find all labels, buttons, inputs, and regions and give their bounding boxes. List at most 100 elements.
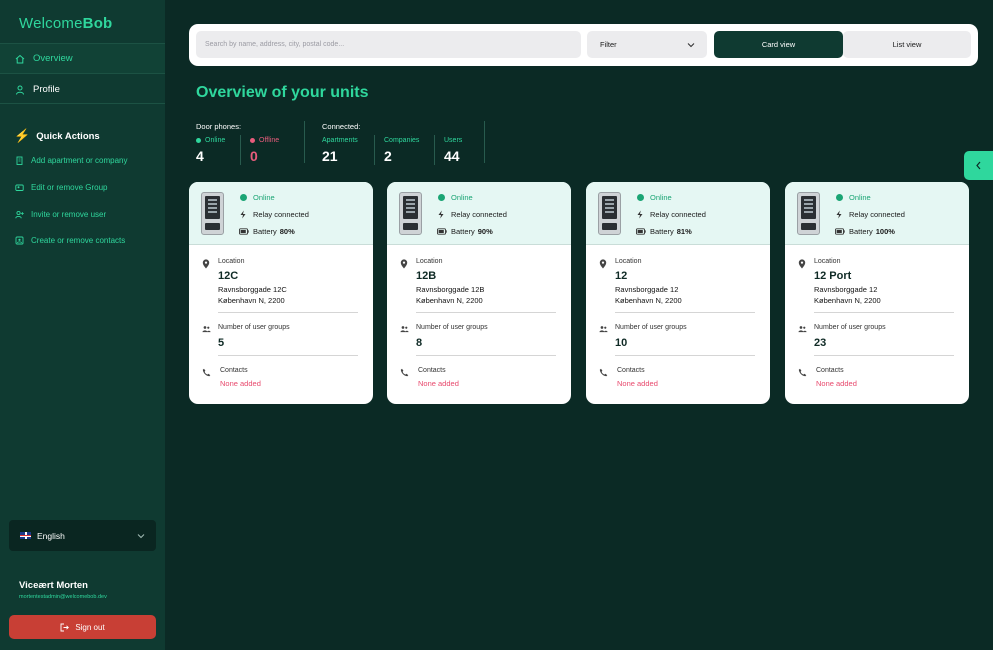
contacts-none-added: None added: [418, 379, 459, 388]
filter-dropdown[interactable]: Filter: [587, 31, 707, 58]
relay-status: Relay connected: [239, 210, 309, 219]
user-email: mortentestadmin@welcomebob.dev: [19, 594, 107, 600]
quick-action-create-contacts[interactable]: Create or remove contacts: [15, 236, 125, 245]
user-groups-count: 10: [615, 337, 628, 349]
divider: [218, 312, 358, 313]
lightning-icon: [636, 210, 646, 219]
location-label: Location: [218, 258, 245, 265]
online-dot: [637, 194, 644, 201]
companies-count: 2: [384, 148, 392, 164]
user-groups-label: Number of user groups: [615, 324, 687, 331]
phone-icon: [400, 368, 409, 377]
divider: [434, 135, 435, 165]
location-label: Location: [615, 258, 642, 265]
unit-street: Ravnsborggade 12: [814, 285, 878, 294]
location-label: Location: [814, 258, 841, 265]
battery-icon: [835, 228, 845, 235]
battery-status: Battery 100%: [835, 227, 895, 236]
companies-label: Companies: [384, 137, 420, 144]
contacts-none-added: None added: [617, 379, 658, 388]
unit-name: 12: [615, 270, 628, 282]
contacts-label: Contacts: [617, 367, 645, 374]
unit-card[interactable]: Online Relay connected Battery 80% Locat…: [189, 182, 373, 404]
sidebar-item-label: Overview: [33, 53, 73, 64]
unit-card-header: Online Relay connected Battery 80%: [189, 182, 373, 245]
location-pin-icon: [400, 259, 409, 269]
apartments-count: 21: [322, 148, 338, 164]
language-select[interactable]: English: [9, 520, 156, 551]
battery-icon: [437, 228, 447, 235]
sign-out-button[interactable]: Sign out: [9, 615, 156, 639]
divider: [0, 73, 165, 74]
unit-card-header: Online Relay connected Battery 81%: [586, 182, 770, 245]
divider: [240, 135, 241, 165]
divider: [615, 355, 755, 356]
uk-flag-icon: [20, 532, 31, 539]
chevron-down-icon: [687, 41, 695, 50]
lightning-icon: [239, 210, 249, 219]
divider: [0, 103, 165, 104]
person-icon: [15, 85, 25, 95]
language-label: English: [37, 530, 65, 541]
online-count: 4: [196, 148, 204, 164]
unit-street: Ravnsborggade 12: [615, 285, 679, 294]
users-group-icon: [599, 325, 608, 333]
user-groups-label: Number of user groups: [416, 324, 488, 331]
unit-card-header: Online Relay connected Battery 90%: [387, 182, 571, 245]
user-groups-count: 23: [814, 337, 827, 349]
status-online: Online: [239, 193, 275, 202]
battery-value: 80%: [279, 227, 295, 236]
unit-card[interactable]: Online Relay connected Battery 81% Locat…: [586, 182, 770, 404]
toolbar: Search by name, address, city, postal co…: [189, 24, 978, 66]
contacts-label: Contacts: [816, 367, 844, 374]
lightning-icon: [437, 210, 447, 219]
card-view-button[interactable]: Card view: [714, 31, 843, 58]
user-groups-label: Number of user groups: [814, 324, 886, 331]
users-label: Users: [444, 137, 463, 144]
phone-icon: [202, 368, 211, 377]
quick-action-add-apartment[interactable]: Add apartment or company: [15, 156, 128, 165]
app-logo[interactable]: WelcomeBob: [19, 15, 112, 32]
users-group-icon: [400, 325, 409, 333]
unit-city: København N, 2200: [416, 296, 483, 305]
users-group-icon: [202, 325, 211, 333]
contacts-label: Contacts: [220, 367, 248, 374]
divider: [484, 121, 485, 163]
quick-action-invite-user[interactable]: Invite or remove user: [15, 210, 106, 219]
quick-action-edit-group[interactable]: Edit or remove Group: [15, 183, 107, 192]
door-phone-device-icon: [797, 192, 820, 235]
battery-status: Battery 90%: [437, 227, 493, 236]
unit-name: 12 Port: [814, 270, 852, 282]
battery-icon: [636, 228, 646, 235]
logout-icon: [60, 623, 70, 632]
unit-card-header: Online Relay connected Battery 100%: [785, 182, 969, 245]
sidebar-item-profile[interactable]: Profile: [0, 75, 165, 104]
sidebar-item-overview[interactable]: Overview: [0, 44, 165, 73]
door-phones-label: Door phones:: [196, 122, 242, 131]
battery-value: 81%: [676, 227, 692, 236]
relay-status: Relay connected: [636, 210, 706, 219]
collapse-panel-button[interactable]: [964, 151, 993, 180]
contacts-none-added: None added: [816, 379, 857, 388]
online-dot: [438, 194, 445, 201]
offline-label: Offline: [250, 137, 279, 144]
unit-name: 12B: [416, 270, 437, 282]
unit-card[interactable]: Online Relay connected Battery 90% Locat…: [387, 182, 571, 404]
door-phone-device-icon: [201, 192, 224, 235]
door-phone-device-icon: [399, 192, 422, 235]
divider: [416, 355, 556, 356]
phone-icon: [798, 368, 807, 377]
user-groups-count: 8: [416, 337, 423, 349]
divider: [814, 312, 954, 313]
battery-value: 100%: [875, 227, 895, 236]
contacts-icon: [15, 236, 24, 245]
quick-actions-title: ⚡ Quick Actions: [14, 128, 100, 143]
list-view-button[interactable]: List view: [843, 31, 971, 58]
unit-name: 12C: [218, 270, 239, 282]
online-label: Online: [196, 137, 225, 144]
sidebar: WelcomeBob Overview Profile ⚡ Quick Acti…: [0, 0, 165, 650]
online-dot: [196, 138, 201, 143]
search-input[interactable]: Search by name, address, city, postal co…: [196, 31, 581, 58]
chevron-left-icon: [975, 157, 982, 175]
unit-card[interactable]: Online Relay connected Battery 100% Loca…: [785, 182, 969, 404]
